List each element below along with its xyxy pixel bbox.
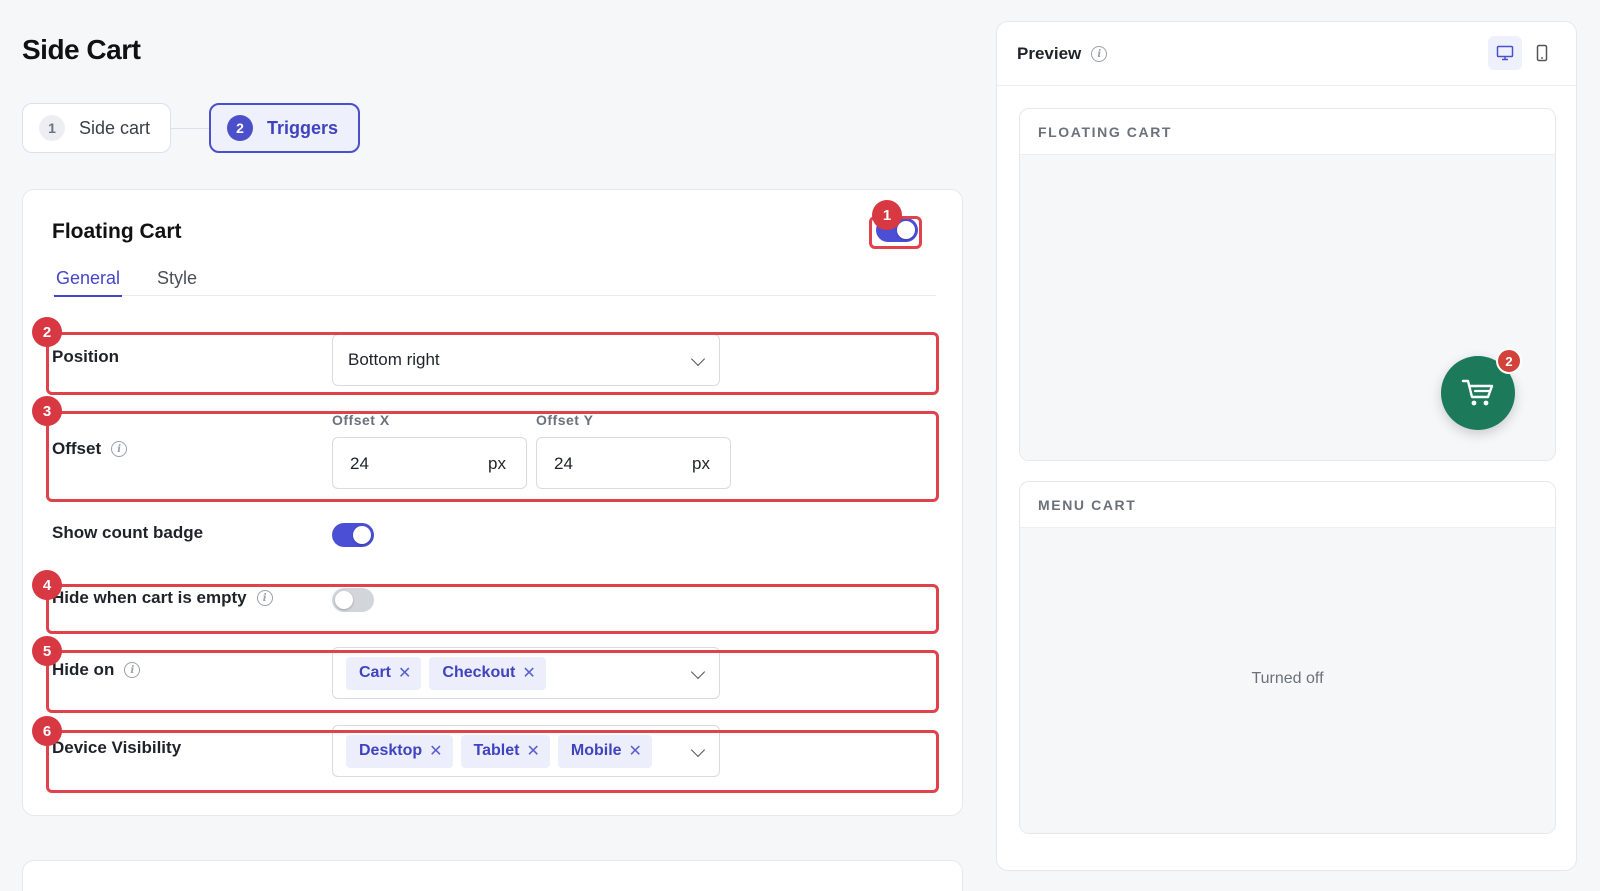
chip-label: Tablet [473, 742, 520, 759]
menu-cart-preview-heading: MENU CART [1020, 482, 1555, 528]
remove-chip-icon[interactable]: ✕ [629, 741, 642, 761]
desktop-icon [1496, 45, 1514, 61]
cart-icon [1461, 379, 1494, 406]
toggle-knob [897, 221, 915, 239]
mobile-preview-button[interactable] [1525, 36, 1559, 70]
step-triggers[interactable]: 2 Triggers [209, 103, 361, 153]
mobile-icon [1536, 44, 1548, 62]
step-number: 1 [39, 115, 65, 141]
chip-label: Desktop [359, 742, 423, 759]
page-title: Side Cart [22, 34, 141, 65]
preview-header: Preview i [997, 22, 1576, 86]
remove-chip-icon[interactable]: ✕ [429, 741, 442, 761]
step-label: Triggers [267, 117, 339, 138]
preview-title-text: Preview [1017, 44, 1082, 63]
chip-cart: Cart ✕ [346, 656, 422, 690]
info-icon[interactable]: i [256, 590, 273, 606]
offset-x-value: 24 [350, 454, 369, 473]
step-number: 2 [227, 115, 254, 141]
annotation-badge: 6 [32, 716, 62, 746]
desktop-preview-button[interactable] [1488, 36, 1522, 70]
offset-y-unit: px [692, 454, 710, 473]
step-connector [171, 127, 210, 129]
next-section-card [22, 860, 963, 891]
chip-tablet: Tablet ✕ [460, 734, 550, 768]
show-count-badge-text: Show count badge [52, 523, 204, 542]
remove-chip-icon[interactable]: ✕ [398, 663, 411, 683]
chevron-down-icon [690, 664, 706, 680]
chevron-down-icon [690, 351, 706, 367]
offset-x-label: Offset X [332, 412, 390, 428]
hide-on-multiselect[interactable]: Cart ✕ Checkout ✕ [332, 647, 720, 699]
show-count-badge-toggle[interactable] [332, 523, 374, 547]
info-icon[interactable]: i [124, 662, 141, 678]
offset-y-input[interactable]: 24 px [536, 437, 731, 489]
chip-desktop: Desktop ✕ [346, 734, 453, 768]
preview-title: Preview i [1017, 44, 1108, 64]
floating-cart-preview-canvas: 2 [1020, 155, 1555, 460]
hide-when-empty-label: Hide when cart is empty i [52, 588, 273, 608]
annotation-badge: 1 [872, 200, 902, 230]
chip-label: Mobile [570, 742, 622, 759]
show-count-badge-label: Show count badge [52, 523, 203, 543]
step-label: Side cart [79, 117, 151, 138]
floating-cart-preview: FLOATING CART 2 [1019, 108, 1556, 461]
device-visibility-multiselect[interactable]: Desktop ✕ Tablet ✕ Mobile ✕ [332, 725, 720, 777]
cart-count-badge: 2 [1496, 348, 1522, 374]
toggle-knob [335, 591, 353, 609]
device-visibility-text: Device Visibility [52, 738, 182, 757]
tab-general[interactable]: General [54, 268, 123, 297]
hide-when-empty-text: Hide when cart is empty [52, 588, 247, 607]
hide-on-label: Hide on i [52, 660, 141, 680]
position-select[interactable]: Bottom right [332, 334, 720, 386]
position-label: Position [52, 347, 119, 367]
remove-chip-icon[interactable]: ✕ [526, 741, 539, 761]
chip-checkout: Checkout ✕ [429, 656, 546, 690]
floating-cart-preview-heading: FLOATING CART [1020, 109, 1555, 155]
offset-x-unit: px [488, 454, 506, 473]
hide-when-empty-toggle[interactable] [332, 588, 374, 612]
position-label-text: Position [52, 347, 120, 366]
hide-on-text: Hide on [52, 660, 115, 679]
offset-label: Offset i [52, 439, 128, 459]
menu-cart-preview-canvas: Turned off [1020, 528, 1555, 833]
floating-cart-card: Floating Cart General Style Position Bot… [22, 189, 963, 816]
preview-panel: Preview i FLOATING CART 2 MENU CART Turn… [996, 21, 1577, 871]
info-icon[interactable]: i [1091, 46, 1108, 62]
annotation-badge: 5 [32, 636, 62, 666]
card-title: Floating Cart [52, 220, 182, 243]
annotation-badge: 2 [32, 317, 62, 347]
annotation-badge: 4 [32, 570, 62, 600]
offset-y-label: Offset Y [536, 412, 594, 428]
menu-cart-status: Turned off [1251, 670, 1324, 687]
chip-mobile: Mobile ✕ [557, 734, 652, 768]
stepper: 1 Side cart 2 Triggers [22, 103, 361, 153]
tab-bar: General Style [52, 268, 936, 297]
annotation-badge: 3 [32, 396, 62, 426]
toggle-knob [353, 526, 371, 544]
step-side-cart[interactable]: 1 Side cart [22, 103, 172, 153]
device-visibility-label: Device Visibility [52, 738, 181, 758]
chip-label: Cart [359, 664, 392, 681]
tab-style[interactable]: Style [155, 268, 199, 296]
menu-cart-preview: MENU CART Turned off [1019, 481, 1556, 834]
offset-y-value: 24 [554, 454, 573, 473]
offset-x-input[interactable]: 24 px [332, 437, 527, 489]
position-value: Bottom right [348, 350, 440, 369]
offset-label-text: Offset [52, 439, 102, 458]
remove-chip-icon[interactable]: ✕ [522, 663, 535, 683]
chip-label: Checkout [442, 664, 516, 681]
info-icon[interactable]: i [111, 441, 128, 457]
chevron-down-icon [690, 742, 706, 758]
